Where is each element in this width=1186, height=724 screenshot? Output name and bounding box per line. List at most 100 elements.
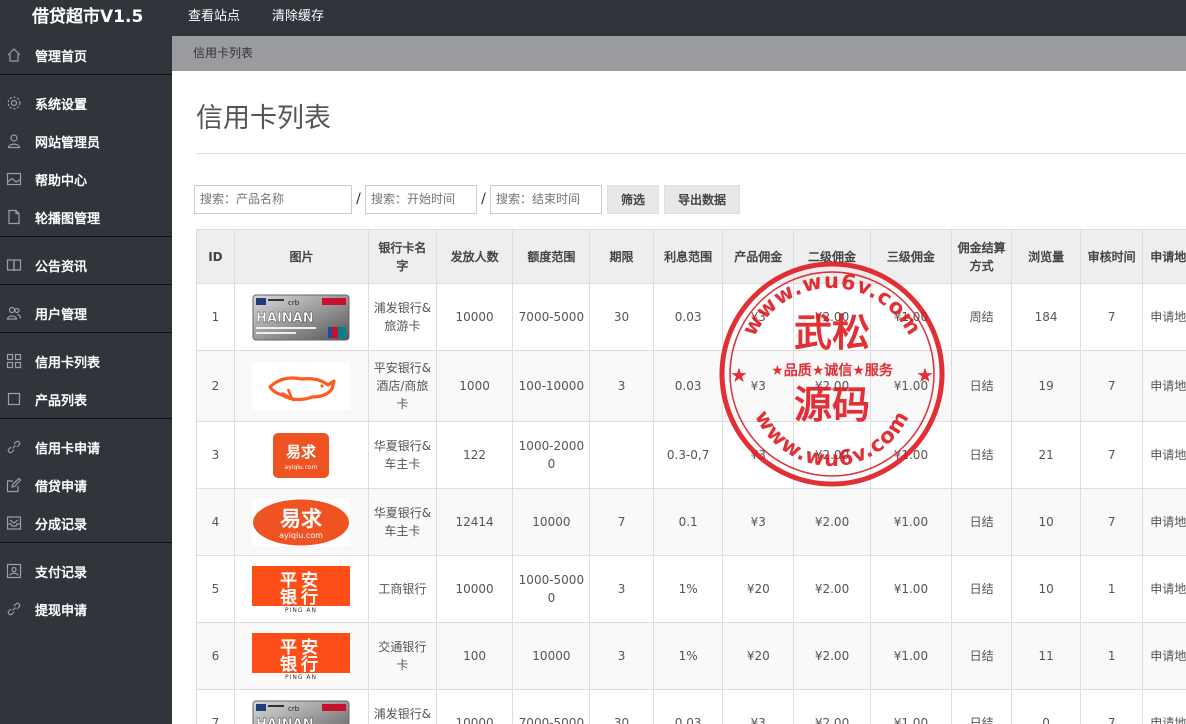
breadcrumb: 信用卡列表 [172, 36, 1186, 71]
sidebar-item-help[interactable]: 帮助中心 [0, 160, 172, 198]
svg-text:HAINAN: HAINAN [256, 717, 314, 724]
title-divider [196, 153, 1186, 154]
end-time-search-input[interactable] [490, 184, 602, 214]
column-header: 申请地址 [1142, 229, 1186, 284]
apply-link-cell[interactable]: 申请地址 [1142, 283, 1186, 351]
id-cell: 5 [196, 555, 235, 623]
sidebar: 管理首页 系统设置 网站管理员 帮助中心 轮播图管理 公告资讯 用户管理 信用卡… [0, 36, 172, 724]
sidebar-item-loan-applications[interactable]: 借贷申请 [0, 466, 172, 504]
sidebar-item-commission-records[interactable]: 分成记录 [0, 504, 172, 542]
sidebar-item-settings[interactable]: 系统设置 [0, 84, 172, 122]
table-row: 6 平安 银行 PING AN 交通银行卡 100 10000 3 1% ¥20 ¥2.00 ¥1.0… [196, 622, 1186, 690]
id-cell: 3 [196, 421, 235, 489]
issued-count-cell: 12414 [435, 488, 514, 556]
svg-text:ayiqiu.com: ayiqiu.com [285, 464, 318, 471]
credit-card-table: ID 图片 银行卡名字 发放人数 额度范围 期限 利息范围 产品佣金 二级佣金 … [196, 229, 1186, 724]
term-cell [589, 421, 654, 489]
sidebar-item-payments[interactable]: 支付记录 [0, 552, 172, 590]
card-image-cell: 易求 ayiqiu.com [233, 488, 370, 556]
svg-text:易求: 易求 [286, 443, 317, 461]
audit-time-cell: 1 [1079, 622, 1144, 690]
card-image-cell: 平安 银行 PING AN [233, 622, 370, 690]
card-name-cell: 平安银行&酒店/商旅卡 [368, 350, 437, 422]
sidebar-item-carousel[interactable]: 轮播图管理 [0, 198, 172, 236]
second-commission-cell: ¥2.00 [793, 622, 871, 690]
column-header: 浏览量 [1011, 229, 1081, 284]
grid-icon [6, 353, 22, 369]
table-header-row: ID 图片 银行卡名字 发放人数 额度范围 期限 利息范围 产品佣金 二级佣金 … [196, 229, 1186, 284]
audit-time-cell: 7 [1079, 488, 1144, 556]
limit-range-cell: 10000 [512, 488, 591, 556]
sidebar-item-news[interactable]: 公告资讯 [0, 246, 172, 284]
export-data-button[interactable]: 导出数据 [664, 184, 741, 214]
pingan-bank-image: 平安 银行 PING AN [252, 565, 351, 613]
id-cell: 2 [196, 350, 235, 422]
audit-time-cell: 1 [1079, 555, 1144, 623]
sidebar-item-card-applications[interactable]: 信用卡申请 [0, 428, 172, 466]
third-commission-cell: ¥1.00 [869, 488, 952, 556]
interest-range-cell: 1% [652, 622, 724, 690]
settlement-cell: 日结 [950, 555, 1013, 623]
view-site-link[interactable]: 查看站点 [188, 0, 240, 36]
product-commission-cell: ¥3 [722, 488, 795, 556]
apply-link-cell[interactable]: 申请地址 [1142, 350, 1186, 422]
limit-range-cell: 1000-50000 [512, 555, 591, 623]
table-body: 1 crb HAINAN 浦发银行&旅游卡 10000 7000-5000 30 0.03 ¥3… [196, 283, 1186, 724]
sidebar-item-credit-cards[interactable]: 信用卡列表 [0, 342, 172, 380]
column-header: 产品佣金 [722, 229, 795, 284]
product-name-search-input[interactable] [194, 184, 352, 214]
sidebar-item-users[interactable]: 用户管理 [0, 294, 172, 332]
product-commission-cell: ¥3 [722, 350, 795, 422]
sidebar-item-withdrawals[interactable]: 提现申请 [0, 590, 172, 628]
audit-time-cell: 7 [1079, 350, 1144, 422]
filter-button[interactable]: 筛选 [607, 184, 660, 214]
separator-slash: / [481, 191, 486, 207]
sidebar-item-label: 管理首页 [35, 49, 88, 65]
settlement-cell: 日结 [950, 421, 1013, 489]
sidebar-item-label: 轮播图管理 [35, 211, 101, 227]
limit-range-cell: 100-10000 [512, 350, 591, 422]
user-icon [6, 133, 22, 149]
views-cell: 11 [1011, 622, 1081, 690]
limit-range-cell: 7000-5000 [512, 689, 591, 724]
start-time-search-input[interactable] [365, 184, 477, 214]
card-name-cell: 浦发银行&旅游卡 [368, 689, 437, 724]
apply-link-cell[interactable]: 申请地址 [1142, 421, 1186, 489]
term-cell: 3 [589, 622, 654, 690]
interest-range-cell: 0.03 [652, 283, 724, 351]
sidebar-item-label: 借贷申请 [35, 479, 88, 495]
sidebar-item-admins[interactable]: 网站管理员 [0, 122, 172, 160]
second-commission-cell: ¥2.00 [793, 421, 871, 489]
card-image-cell: 易求 ayiqiu.com [233, 421, 370, 489]
card-name-cell: 华夏银行&车主卡 [368, 421, 437, 489]
apply-link-cell[interactable]: 申请地址 [1142, 689, 1186, 724]
views-cell: 184 [1011, 283, 1081, 351]
hainan-card-image: crb HAINAN [252, 700, 350, 724]
apply-link-cell[interactable]: 申请地址 [1142, 488, 1186, 556]
views-cell: 0 [1011, 689, 1081, 724]
clear-cache-link[interactable]: 清除缓存 [272, 0, 324, 36]
filter-bar: / / 筛选 导出数据 [194, 184, 741, 214]
audit-time-cell: 7 [1079, 283, 1144, 351]
column-header: 图片 [233, 229, 370, 284]
product-commission-cell: ¥3 [722, 421, 795, 489]
column-header: 银行卡名字 [368, 229, 437, 284]
sidebar-item-dashboard[interactable]: 管理首页 [0, 36, 172, 74]
sidebar-item-products[interactable]: 产品列表 [0, 380, 172, 418]
settlement-cell: 日结 [950, 622, 1013, 690]
svg-text:PING AN: PING AN [285, 607, 317, 613]
picture-icon [6, 171, 22, 187]
issued-count-cell: 10000 [435, 283, 514, 351]
yiqiu-small-image: 易求 ayiqiu.com [252, 431, 351, 479]
sidebar-item-label: 网站管理员 [35, 135, 101, 151]
apply-link-cell[interactable]: 申请地址 [1142, 622, 1186, 690]
apply-link-cell[interactable]: 申请地址 [1142, 555, 1186, 623]
id-cell: 4 [196, 488, 235, 556]
views-cell: 19 [1011, 350, 1081, 422]
pingan-bank-image: 平安 银行 PING AN [252, 632, 351, 680]
issued-count-cell: 1000 [435, 350, 514, 422]
sidebar-item-label: 产品列表 [35, 393, 88, 409]
id-cell: 6 [196, 622, 235, 690]
fox-logo-image [252, 362, 351, 410]
term-cell: 3 [589, 350, 654, 422]
